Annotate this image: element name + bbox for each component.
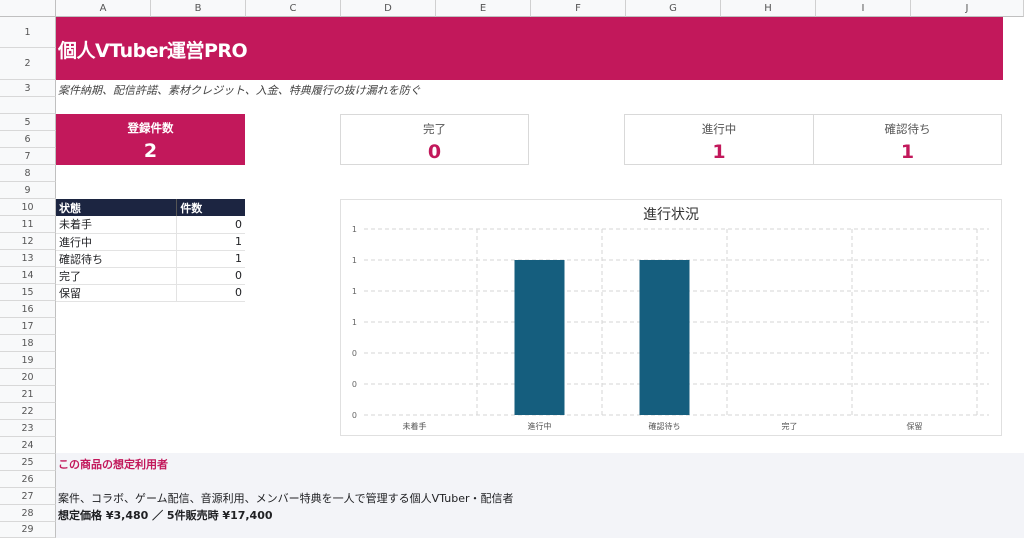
column-header-j[interactable]: J <box>911 0 1024 17</box>
row-header-11[interactable]: 11 <box>0 216 56 233</box>
table-row: 進行中 1 <box>56 233 245 251</box>
status-cell[interactable]: 確認待ち <box>56 250 177 268</box>
y-tick-label: 1 <box>352 256 357 265</box>
progress-chart[interactable]: 進行状況 1 1 1 1 0 0 0 未着手 進行中 確認待ち 完了 保留 <box>340 199 1002 436</box>
table-row: 完了 0 <box>56 267 245 285</box>
column-header-i[interactable]: I <box>816 0 911 17</box>
row-header-6[interactable]: 6 <box>0 131 56 148</box>
x-tick-label: 進行中 <box>528 421 552 431</box>
row-header-28[interactable]: 28 <box>0 505 56 522</box>
row-header-25[interactable]: 25 <box>0 454 56 471</box>
kpi-card-awaiting[interactable]: 確認待ち 1 <box>813 114 1002 165</box>
column-header-h[interactable]: H <box>721 0 816 17</box>
y-tick-label: 1 <box>352 225 357 234</box>
row-header-4[interactable] <box>0 97 56 114</box>
status-cell[interactable]: 進行中 <box>56 233 177 251</box>
kpi-label: 確認待ち <box>884 122 931 136</box>
header-cell-status[interactable]: 状態 <box>56 199 177 216</box>
y-tick-label: 0 <box>352 349 357 358</box>
kpi-value: 2 <box>143 140 158 162</box>
target-users-description: 案件、コラボ、ゲーム配信、音源利用、メンバー特典を一人で管理する個人VTuber… <box>58 492 514 505</box>
x-tick-label: 未着手 <box>403 421 427 431</box>
status-cell[interactable]: 保留 <box>56 284 177 302</box>
x-tick-label: 完了 <box>782 421 798 431</box>
select-all-corner[interactable] <box>0 0 56 17</box>
row-header-13[interactable]: 13 <box>0 250 56 267</box>
kpi-value: 1 <box>900 141 915 163</box>
count-cell[interactable]: 1 <box>176 250 245 268</box>
status-table[interactable]: 状態 件数 未着手 0 進行中 1 確認待ち 1 完了 0 保留 0 <box>56 199 245 302</box>
table-row: 未着手 0 <box>56 216 245 234</box>
column-header-f[interactable]: F <box>531 0 626 17</box>
x-tick-label: 保留 <box>907 421 923 431</box>
kpi-label: 完了 <box>423 122 446 136</box>
row-header-10[interactable]: 10 <box>0 199 56 216</box>
y-tick-label: 0 <box>352 380 357 389</box>
kpi-card-in-progress[interactable]: 進行中 1 <box>624 114 814 165</box>
progress-chart-svg: 進行状況 1 1 1 1 0 0 0 未着手 進行中 確認待ち 完了 保留 <box>352 207 989 431</box>
row-header-21[interactable]: 21 <box>0 386 56 403</box>
table-header-row: 状態 件数 <box>56 199 245 216</box>
row-header-17[interactable]: 17 <box>0 318 56 335</box>
page-subtitle: 案件納期、配信許諾、素材クレジット、入金、特典履行の抜け漏れを防ぐ <box>58 84 421 97</box>
column-header-b[interactable]: B <box>151 0 246 17</box>
status-cell[interactable]: 未着手 <box>56 216 177 234</box>
row-header-14[interactable]: 14 <box>0 267 56 284</box>
bar-1[interactable] <box>514 260 565 415</box>
row-header-20[interactable]: 20 <box>0 369 56 386</box>
count-cell[interactable]: 1 <box>176 233 245 251</box>
row-header-19[interactable]: 19 <box>0 352 56 369</box>
kpi-card-registered[interactable]: 登録件数 2 <box>56 114 245 165</box>
row-header-22[interactable]: 22 <box>0 403 56 420</box>
row-header-1[interactable]: 1 <box>0 17 56 48</box>
kpi-label: 進行中 <box>701 122 737 136</box>
row-header-29[interactable]: 29 <box>0 522 56 538</box>
chart-x-axis: 未着手 進行中 確認待ち 完了 保留 <box>403 421 923 431</box>
row-header-26[interactable]: 26 <box>0 471 56 488</box>
column-header-g[interactable]: G <box>626 0 721 17</box>
table-row: 保留 0 <box>56 284 245 302</box>
chart-y-axis: 1 1 1 1 0 0 0 <box>352 225 357 420</box>
kpi-value: 0 <box>427 141 442 163</box>
chart-title: 進行状況 <box>643 207 699 223</box>
y-tick-label: 1 <box>352 318 357 327</box>
row-header-5[interactable]: 5 <box>0 114 56 131</box>
count-cell[interactable]: 0 <box>176 216 245 234</box>
row-header-16[interactable]: 16 <box>0 301 56 318</box>
row-header-8[interactable]: 8 <box>0 165 56 182</box>
table-row: 確認待ち 1 <box>56 250 245 268</box>
header-cell-count[interactable]: 件数 <box>176 199 245 216</box>
row-header-18[interactable]: 18 <box>0 335 56 352</box>
row-header-2[interactable]: 2 <box>0 48 56 80</box>
target-users-heading: この商品の想定利用者 <box>58 458 168 471</box>
column-header-c[interactable]: C <box>246 0 341 17</box>
row-header-23[interactable]: 23 <box>0 420 56 437</box>
bar-2[interactable] <box>639 260 690 415</box>
row-header-9[interactable]: 9 <box>0 182 56 199</box>
status-cell[interactable]: 完了 <box>56 267 177 285</box>
column-header-d[interactable]: D <box>341 0 436 17</box>
x-tick-label: 確認待ち <box>649 421 681 431</box>
page-title: 個人VTuber運営PRO <box>58 40 248 62</box>
kpi-label: 登録件数 <box>127 121 174 135</box>
row-header-12[interactable]: 12 <box>0 233 56 250</box>
kpi-card-done[interactable]: 完了 0 <box>340 114 529 165</box>
row-header-27[interactable]: 27 <box>0 488 56 505</box>
column-header-e[interactable]: E <box>436 0 531 17</box>
count-cell[interactable]: 0 <box>176 284 245 302</box>
y-tick-label: 1 <box>352 287 357 296</box>
row-header-7[interactable]: 7 <box>0 148 56 165</box>
y-tick-label: 0 <box>352 411 357 420</box>
row-header-24[interactable]: 24 <box>0 437 56 454</box>
kpi-value: 1 <box>712 141 726 163</box>
row-header-3[interactable]: 3 <box>0 80 56 97</box>
count-cell[interactable]: 0 <box>176 267 245 285</box>
row-header-15[interactable]: 15 <box>0 284 56 301</box>
price-line: 想定価格 ¥3,480 ／ 5件販売時 ¥17,400 <box>58 509 273 522</box>
column-header-a[interactable]: A <box>56 0 151 17</box>
